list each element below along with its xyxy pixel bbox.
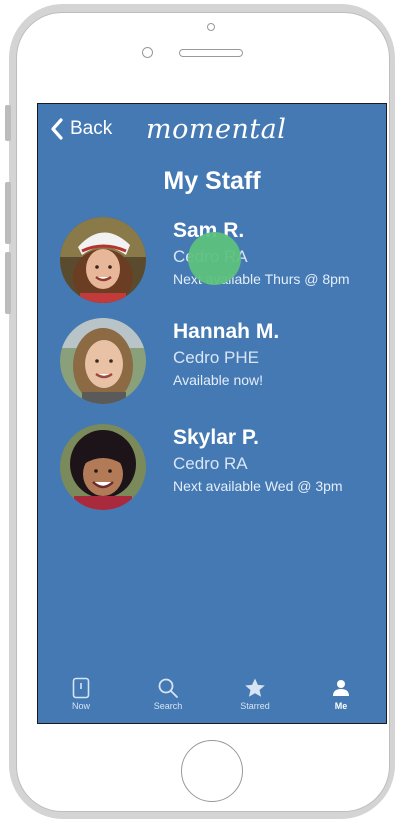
touch-indicator xyxy=(188,232,241,285)
earpiece-speaker xyxy=(179,49,243,57)
volume-up-button xyxy=(5,182,11,244)
avatar xyxy=(60,217,146,303)
avatar-hannah-image xyxy=(60,318,146,404)
staff-name: Skylar P. xyxy=(173,426,260,449)
person-icon xyxy=(333,680,349,696)
staff-name: Hannah M. xyxy=(173,320,280,343)
proximity-sensor xyxy=(207,23,215,31)
staff-role: Cedro PHE xyxy=(173,348,259,367)
tab-starred[interactable]: Starred xyxy=(223,677,287,711)
staff-availability: Available now! xyxy=(173,372,264,388)
back-label: Back xyxy=(70,118,113,139)
tab-label: Search xyxy=(153,701,183,711)
device-mockup: Back momental My Staff Sam R. Next avail… xyxy=(0,0,402,823)
staff-row-skylar[interactable]: Skylar P. Cedro RA Next available Wed @ … xyxy=(60,424,378,514)
back-button[interactable]: Back xyxy=(50,118,112,140)
chevron-left-icon xyxy=(51,118,63,140)
tab-now[interactable]: Now xyxy=(49,677,113,711)
page-title: My Staff xyxy=(163,167,261,195)
tab-label: Starred xyxy=(240,701,270,711)
mute-switch xyxy=(5,105,11,141)
search-icon xyxy=(158,678,178,698)
volume-down-button xyxy=(5,252,11,314)
home-button[interactable] xyxy=(181,740,243,802)
front-camera xyxy=(142,47,153,58)
tab-label: Me xyxy=(334,701,348,711)
staff-role: Cedro RA xyxy=(173,454,248,473)
brand-logo: momental xyxy=(146,114,287,145)
tab-label: Now xyxy=(71,701,90,711)
staff-row-hannah[interactable]: Hannah M. Cedro PHE Available now! xyxy=(60,318,378,408)
staff-availability: Next available Wed @ 3pm xyxy=(173,478,343,494)
avatar xyxy=(60,318,146,404)
tab-me[interactable]: Me xyxy=(309,677,373,711)
tab-search[interactable]: Search xyxy=(136,677,200,711)
app-screen: Back momental My Staff Sam R. Next avail… xyxy=(37,103,387,724)
star-icon xyxy=(245,678,265,697)
avatar xyxy=(60,424,146,510)
phone-icon xyxy=(72,677,90,699)
avatar-skylar-image xyxy=(60,424,146,510)
tab-bar: Now Search Starred Me xyxy=(38,671,386,723)
avatar-sam-image xyxy=(60,217,146,303)
